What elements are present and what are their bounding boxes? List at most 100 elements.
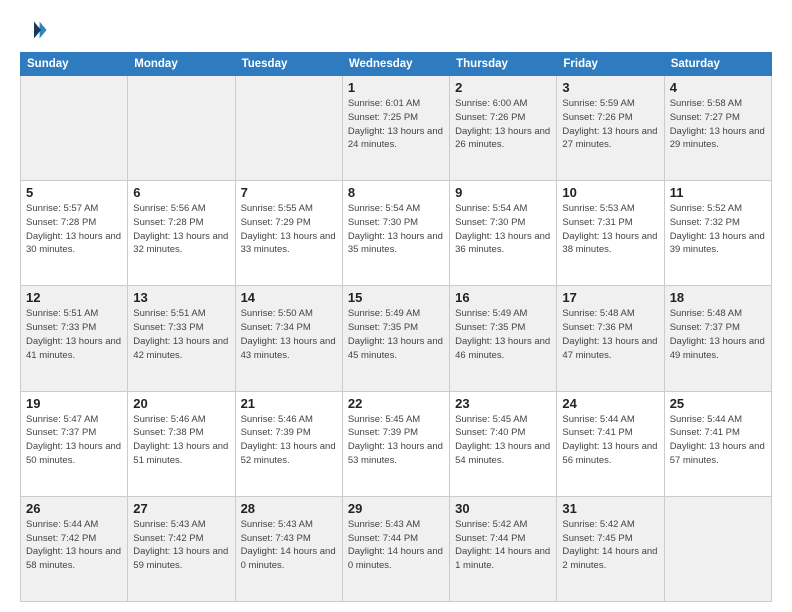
cell-day-number: 11	[670, 185, 766, 200]
weekday-header-monday: Monday	[128, 53, 235, 76]
cell-day-number: 20	[133, 396, 229, 411]
weekday-header-tuesday: Tuesday	[235, 53, 342, 76]
calendar-cell: 1 Sunrise: 6:01 AM Sunset: 7:25 PM Daylig…	[342, 76, 449, 181]
calendar-cell: 8 Sunrise: 5:54 AM Sunset: 7:30 PM Daylig…	[342, 181, 449, 286]
calendar-cell: 11 Sunrise: 5:52 AM Sunset: 7:32 PM Dayli…	[664, 181, 771, 286]
cell-day-number: 5	[26, 185, 122, 200]
cell-info-text: Sunrise: 6:00 AM Sunset: 7:26 PM Dayligh…	[455, 97, 551, 152]
calendar-cell: 22Sunrise: 5:45 AM Sunset: 7:39 PM Dayli…	[342, 391, 449, 496]
cell-day-number: 24	[562, 396, 658, 411]
cell-day-number: 17	[562, 290, 658, 305]
cell-info-text: Sunrise: 5:58 AM Sunset: 7:27 PM Dayligh…	[670, 97, 766, 152]
cell-info-text: Sunrise: 5:49 AM Sunset: 7:35 PM Dayligh…	[455, 307, 551, 362]
week-row-2: 12 Sunrise: 5:51 AM Sunset: 7:33 PM Dayli…	[21, 286, 772, 391]
cell-info-text: Sunrise: 5:47 AM Sunset: 7:37 PM Dayligh…	[26, 413, 122, 468]
cell-info-text: Sunrise: 5:51 AM Sunset: 7:33 PM Dayligh…	[133, 307, 229, 362]
cell-day-number: 12	[26, 290, 122, 305]
cell-day-number: 18	[670, 290, 766, 305]
cell-info-text: Sunrise: 5:42 AM Sunset: 7:45 PM Dayligh…	[562, 518, 658, 573]
cell-day-number: 29	[348, 501, 444, 516]
calendar-cell: 10 Sunrise: 5:53 AM Sunset: 7:31 PM Dayli…	[557, 181, 664, 286]
cell-info-text: Sunrise: 5:54 AM Sunset: 7:30 PM Dayligh…	[455, 202, 551, 257]
calendar-cell: 9 Sunrise: 5:54 AM Sunset: 7:30 PM Daylig…	[450, 181, 557, 286]
calendar-cell: 14 Sunrise: 5:50 AM Sunset: 7:34 PM Dayli…	[235, 286, 342, 391]
cell-day-number: 23	[455, 396, 551, 411]
calendar-cell: 28Sunrise: 5:43 AM Sunset: 7:43 PM Dayli…	[235, 496, 342, 601]
cell-day-number: 31	[562, 501, 658, 516]
weekday-header-saturday: Saturday	[664, 53, 771, 76]
page: SundayMondayTuesdayWednesdayThursdayFrid…	[0, 0, 792, 612]
cell-info-text: Sunrise: 5:49 AM Sunset: 7:35 PM Dayligh…	[348, 307, 444, 362]
calendar-cell: 13 Sunrise: 5:51 AM Sunset: 7:33 PM Dayli…	[128, 286, 235, 391]
calendar-cell	[235, 76, 342, 181]
cell-day-number: 15	[348, 290, 444, 305]
cell-day-number: 25	[670, 396, 766, 411]
calendar-cell	[21, 76, 128, 181]
calendar-cell: 23Sunrise: 5:45 AM Sunset: 7:40 PM Dayli…	[450, 391, 557, 496]
week-row-0: 1 Sunrise: 6:01 AM Sunset: 7:25 PM Daylig…	[21, 76, 772, 181]
cell-info-text: Sunrise: 5:50 AM Sunset: 7:34 PM Dayligh…	[241, 307, 337, 362]
cell-info-text: Sunrise: 5:42 AM Sunset: 7:44 PM Dayligh…	[455, 518, 551, 573]
cell-day-number: 9	[455, 185, 551, 200]
cell-day-number: 13	[133, 290, 229, 305]
cell-day-number: 2	[455, 80, 551, 95]
calendar-cell: 17Sunrise: 5:48 AM Sunset: 7:36 PM Dayli…	[557, 286, 664, 391]
logo	[20, 16, 50, 44]
cell-day-number: 14	[241, 290, 337, 305]
cell-info-text: Sunrise: 5:57 AM Sunset: 7:28 PM Dayligh…	[26, 202, 122, 257]
cell-info-text: Sunrise: 5:44 AM Sunset: 7:41 PM Dayligh…	[562, 413, 658, 468]
cell-info-text: Sunrise: 5:46 AM Sunset: 7:38 PM Dayligh…	[133, 413, 229, 468]
calendar-cell: 4 Sunrise: 5:58 AM Sunset: 7:27 PM Daylig…	[664, 76, 771, 181]
calendar-cell: 29 Sunrise: 5:43 AM Sunset: 7:44 PM Dayli…	[342, 496, 449, 601]
cell-day-number: 10	[562, 185, 658, 200]
cell-info-text: Sunrise: 5:56 AM Sunset: 7:28 PM Dayligh…	[133, 202, 229, 257]
cell-info-text: Sunrise: 5:48 AM Sunset: 7:37 PM Dayligh…	[670, 307, 766, 362]
cell-day-number: 3	[562, 80, 658, 95]
weekday-header-thursday: Thursday	[450, 53, 557, 76]
cell-day-number: 4	[670, 80, 766, 95]
cell-info-text: Sunrise: 5:43 AM Sunset: 7:43 PM Dayligh…	[241, 518, 337, 573]
calendar-cell: 21 Sunrise: 5:46 AM Sunset: 7:39 PM Dayli…	[235, 391, 342, 496]
calendar-body: 1 Sunrise: 6:01 AM Sunset: 7:25 PM Daylig…	[21, 76, 772, 602]
cell-info-text: Sunrise: 6:01 AM Sunset: 7:25 PM Dayligh…	[348, 97, 444, 152]
calendar-cell: 2 Sunrise: 6:00 AM Sunset: 7:26 PM Daylig…	[450, 76, 557, 181]
header	[20, 16, 772, 44]
calendar-cell: 31 Sunrise: 5:42 AM Sunset: 7:45 PM Dayli…	[557, 496, 664, 601]
week-row-1: 5 Sunrise: 5:57 AM Sunset: 7:28 PM Daylig…	[21, 181, 772, 286]
cell-day-number: 26	[26, 501, 122, 516]
cell-day-number: 21	[241, 396, 337, 411]
calendar-cell: 3 Sunrise: 5:59 AM Sunset: 7:26 PM Daylig…	[557, 76, 664, 181]
calendar-cell	[664, 496, 771, 601]
week-row-4: 26Sunrise: 5:44 AM Sunset: 7:42 PM Dayli…	[21, 496, 772, 601]
cell-day-number: 16	[455, 290, 551, 305]
calendar-cell: 16 Sunrise: 5:49 AM Sunset: 7:35 PM Dayli…	[450, 286, 557, 391]
calendar-cell	[128, 76, 235, 181]
cell-day-number: 7	[241, 185, 337, 200]
cell-info-text: Sunrise: 5:43 AM Sunset: 7:42 PM Dayligh…	[133, 518, 229, 573]
cell-info-text: Sunrise: 5:46 AM Sunset: 7:39 PM Dayligh…	[241, 413, 337, 468]
calendar-cell: 5 Sunrise: 5:57 AM Sunset: 7:28 PM Daylig…	[21, 181, 128, 286]
calendar-cell: 20 Sunrise: 5:46 AM Sunset: 7:38 PM Dayli…	[128, 391, 235, 496]
cell-info-text: Sunrise: 5:51 AM Sunset: 7:33 PM Dayligh…	[26, 307, 122, 362]
cell-day-number: 8	[348, 185, 444, 200]
cell-day-number: 19	[26, 396, 122, 411]
cell-info-text: Sunrise: 5:59 AM Sunset: 7:26 PM Dayligh…	[562, 97, 658, 152]
cell-day-number: 1	[348, 80, 444, 95]
calendar-cell: 25 Sunrise: 5:44 AM Sunset: 7:41 PM Dayli…	[664, 391, 771, 496]
weekday-header-wednesday: Wednesday	[342, 53, 449, 76]
calendar-header: SundayMondayTuesdayWednesdayThursdayFrid…	[21, 53, 772, 76]
calendar-table: SundayMondayTuesdayWednesdayThursdayFrid…	[20, 52, 772, 602]
cell-info-text: Sunrise: 5:43 AM Sunset: 7:44 PM Dayligh…	[348, 518, 444, 573]
calendar-cell: 24 Sunrise: 5:44 AM Sunset: 7:41 PM Dayli…	[557, 391, 664, 496]
cell-info-text: Sunrise: 5:53 AM Sunset: 7:31 PM Dayligh…	[562, 202, 658, 257]
cell-info-text: Sunrise: 5:55 AM Sunset: 7:29 PM Dayligh…	[241, 202, 337, 257]
cell-info-text: Sunrise: 5:45 AM Sunset: 7:39 PM Dayligh…	[348, 413, 444, 468]
cell-day-number: 6	[133, 185, 229, 200]
cell-day-number: 30	[455, 501, 551, 516]
cell-info-text: Sunrise: 5:52 AM Sunset: 7:32 PM Dayligh…	[670, 202, 766, 257]
cell-day-number: 27	[133, 501, 229, 516]
cell-info-text: Sunrise: 5:54 AM Sunset: 7:30 PM Dayligh…	[348, 202, 444, 257]
weekday-header-friday: Friday	[557, 53, 664, 76]
calendar-cell: 7 Sunrise: 5:55 AM Sunset: 7:29 PM Daylig…	[235, 181, 342, 286]
cell-info-text: Sunrise: 5:44 AM Sunset: 7:41 PM Dayligh…	[670, 413, 766, 468]
